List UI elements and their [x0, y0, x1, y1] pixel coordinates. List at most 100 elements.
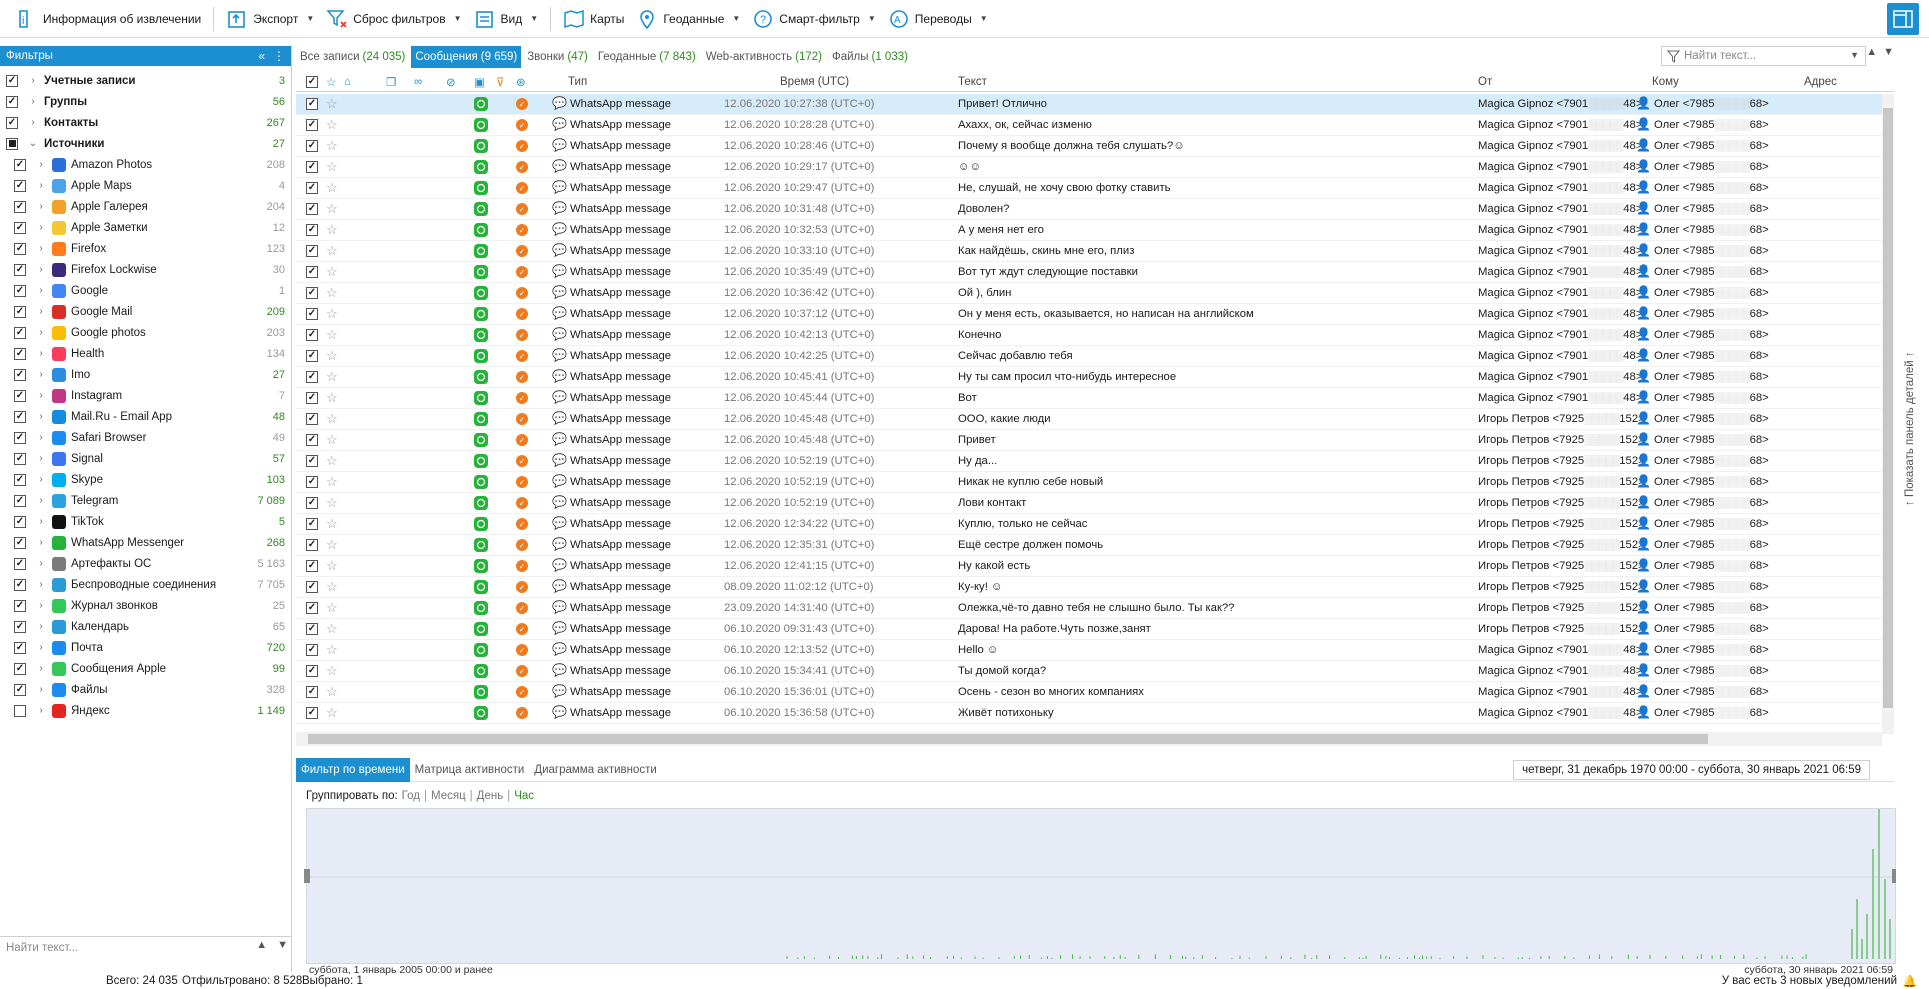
star-icon[interactable]: ☆ — [326, 117, 338, 133]
chevron-right-icon[interactable]: › — [34, 390, 48, 401]
chevron-down-icon[interactable]: ⌄ — [26, 138, 40, 149]
filter-source[interactable]: › Signal 57 — [0, 448, 291, 469]
chevron-right-icon[interactable]: › — [26, 75, 40, 86]
tab-6[interactable]: Файлы (1 033) — [828, 46, 912, 68]
table-row[interactable]: ☆ ✓ 💬WhatsApp message 12.06.2020 10:42:25 (… — [296, 346, 1882, 367]
star-icon[interactable]: ☆ — [326, 642, 338, 658]
table-row[interactable]: ☆ ✓ 💬WhatsApp message 12.06.2020 10:33:10 (… — [296, 241, 1882, 262]
source-checkbox[interactable] — [14, 284, 26, 297]
tab-4[interactable]: Геоданные (7 843) — [594, 46, 700, 68]
table-row[interactable]: ☆ ✓ 💬WhatsApp message 12.06.2020 10:27:38 (… — [296, 94, 1882, 115]
filter-column-icon[interactable]: ⊽ — [496, 75, 504, 89]
star-icon[interactable]: ☆ — [326, 159, 338, 175]
group-by-option[interactable]: День — [477, 790, 504, 802]
category-checkbox[interactable] — [6, 137, 18, 150]
table-row[interactable]: ☆ ✓ 💬WhatsApp message 06.10.2020 15:34:41 (… — [296, 661, 1882, 682]
filter-source[interactable]: › Яндекс 1 149 — [0, 700, 291, 721]
bottom-tab-1[interactable]: Фильтр по времени — [296, 757, 410, 782]
row-checkbox[interactable] — [306, 518, 318, 530]
row-checkbox[interactable] — [306, 119, 318, 131]
table-row[interactable]: ☆ ✓ 💬WhatsApp message 12.06.2020 12:41:15 (… — [296, 556, 1882, 577]
search-up-icon[interactable]: ▲ — [256, 939, 267, 951]
bell-icon[interactable]: 🔔 — [1903, 974, 1917, 988]
chevron-right-icon[interactable]: › — [34, 600, 48, 611]
table-row[interactable]: ☆ ✓ 💬WhatsApp message 12.06.2020 10:52:19 (… — [296, 493, 1882, 514]
column-time[interactable]: Время (UTC) — [780, 76, 849, 88]
star-icon[interactable]: ☆ — [326, 600, 338, 616]
dropdown-arrow-icon[interactable]: ▼ — [306, 14, 314, 23]
filter-source[interactable]: › Instagram 7 — [0, 385, 291, 406]
filter-source[interactable]: › Firefox Lockwise 30 — [0, 259, 291, 280]
toolbar-button-1[interactable]: i Информация об извлечении — [10, 4, 207, 34]
toolbar-button-6[interactable]: Геоданные ▼ — [630, 4, 746, 34]
source-checkbox[interactable] — [14, 494, 26, 507]
dropdown-arrow-icon[interactable]: ▼ — [980, 14, 988, 23]
table-row[interactable]: ☆ ✓ 💬WhatsApp message 12.06.2020 10:45:44 (… — [296, 388, 1882, 409]
table-row[interactable]: ☆ ✓ 💬WhatsApp message 06.10.2020 15:36:58 (… — [296, 703, 1882, 724]
chevron-right-icon[interactable]: › — [34, 327, 48, 338]
show-details-label[interactable]: ↑ Показать панель деталей ↑ — [1904, 306, 1916, 506]
row-checkbox[interactable] — [306, 707, 318, 719]
table-row[interactable]: ☆ ✓ 💬WhatsApp message 12.06.2020 10:32:53 (… — [296, 220, 1882, 241]
chevron-right-icon[interactable]: › — [34, 180, 48, 191]
row-checkbox[interactable] — [306, 140, 318, 152]
column-from[interactable]: От — [1478, 76, 1492, 88]
table-row[interactable]: ☆ ✓ 💬WhatsApp message 06.10.2020 12:13:52 (… — [296, 640, 1882, 661]
bottom-tab-2[interactable]: Матрица активности — [410, 758, 530, 782]
star-icon[interactable]: ☆ — [326, 705, 338, 721]
filter-source[interactable]: › Почта 720 — [0, 637, 291, 658]
toolbar-button-5[interactable]: Карты — [557, 4, 630, 34]
row-checkbox[interactable] — [306, 350, 318, 362]
tab-1[interactable]: Все записи (24 035) — [296, 46, 409, 68]
star-icon[interactable]: ☆ — [326, 411, 338, 427]
row-checkbox[interactable] — [306, 539, 318, 551]
source-checkbox[interactable] — [14, 536, 26, 549]
toolbar-button-7[interactable]: ? Смарт-фильтр ▼ — [746, 4, 881, 34]
table-row[interactable]: ☆ ✓ 💬WhatsApp message 12.06.2020 10:36:42 (… — [296, 283, 1882, 304]
filter-source[interactable]: › WhatsApp Messenger 268 — [0, 532, 291, 553]
chevron-right-icon[interactable]: › — [34, 642, 48, 653]
tab-3[interactable]: Звонки (47) — [523, 46, 592, 68]
select-all-checkbox[interactable] — [306, 75, 318, 88]
chevron-right-icon[interactable]: › — [34, 516, 48, 527]
row-checkbox[interactable] — [306, 182, 318, 194]
row-checkbox[interactable] — [306, 161, 318, 173]
find-dropdown-icon[interactable]: ▼ — [1850, 50, 1859, 60]
source-checkbox[interactable] — [14, 305, 26, 318]
chevron-right-icon[interactable]: › — [34, 264, 48, 275]
status-column-icon[interactable]: ⊛ — [516, 75, 526, 89]
table-row[interactable]: ☆ ✓ 💬WhatsApp message 12.06.2020 12:34:22 (… — [296, 514, 1882, 535]
filter-source[interactable]: › Сообщения Apple 99 — [0, 658, 291, 679]
chevron-right-icon[interactable]: › — [34, 432, 48, 443]
filter-source[interactable]: › Google photos 203 — [0, 322, 291, 343]
filter-source[interactable]: › Telegram 7 089 — [0, 490, 291, 511]
timeline-chart[interactable]: суббота, 1 январь 2005 00:00 и ранее суб… — [304, 808, 1898, 976]
star-icon[interactable]: ☆ — [326, 222, 338, 238]
source-checkbox[interactable] — [14, 620, 26, 633]
tab-5[interactable]: Web-активность (172) — [702, 46, 826, 68]
vertical-scrollbar[interactable] — [1882, 94, 1894, 734]
column-text[interactable]: Текст — [958, 76, 987, 88]
source-checkbox[interactable] — [14, 221, 26, 234]
star-icon[interactable]: ☆ — [326, 201, 338, 217]
chevron-right-icon[interactable]: › — [34, 306, 48, 317]
row-checkbox[interactable] — [306, 434, 318, 446]
row-checkbox[interactable] — [306, 455, 318, 467]
source-checkbox[interactable] — [14, 557, 26, 570]
table-row[interactable]: ☆ ✓ 💬WhatsApp message 12.06.2020 10:42:13 (… — [296, 325, 1882, 346]
row-checkbox[interactable] — [306, 203, 318, 215]
filters-search-input[interactable]: Найти текст... ▲ ▼ — [0, 936, 292, 958]
dropdown-arrow-icon[interactable]: ▼ — [732, 14, 740, 23]
row-checkbox[interactable] — [306, 497, 318, 509]
timeline-left-handle[interactable] — [304, 869, 310, 883]
chevron-right-icon[interactable]: › — [34, 579, 48, 590]
row-checkbox[interactable] — [306, 602, 318, 614]
filter-source[interactable]: › Amazon Photos 208 — [0, 154, 291, 175]
filter-source[interactable]: › Skype 103 — [0, 469, 291, 490]
row-checkbox[interactable] — [306, 287, 318, 299]
row-checkbox[interactable] — [306, 266, 318, 278]
table-row[interactable]: ☆ ✓ 💬WhatsApp message 12.06.2020 10:29:47 (… — [296, 178, 1882, 199]
source-checkbox[interactable] — [14, 578, 26, 591]
star-icon[interactable]: ☆ — [326, 348, 338, 364]
chevron-right-icon[interactable]: › — [34, 474, 48, 485]
